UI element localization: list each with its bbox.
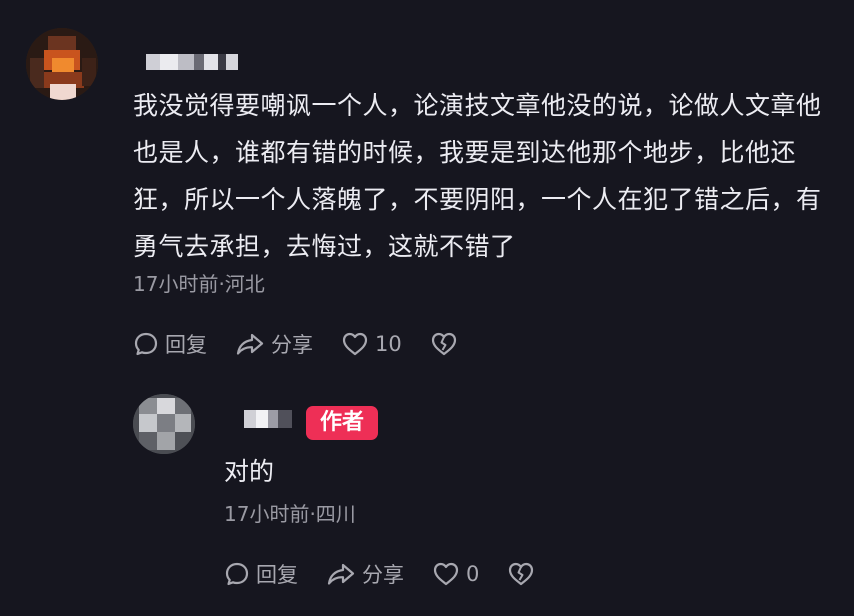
comment-bubble-icon [133,331,159,357]
reply-share-button[interactable]: 分享 [326,559,404,589]
reply-actions: 回复 分享 0 [224,559,563,589]
dislike-button[interactable] [430,331,458,357]
broken-heart-icon [507,561,535,587]
like-button[interactable]: 10 [341,331,402,357]
comment-meta: 17小时前·河北 [133,272,265,296]
reply-like-button[interactable]: 0 [432,561,479,587]
username-blurred[interactable] [146,54,238,70]
reply-label: 回复 [256,563,298,587]
comment-bubble-icon [224,561,250,587]
comment-actions: 回复 分享 10 [133,329,486,359]
broken-heart-icon [430,331,458,357]
reply-text: 对的 [224,457,275,486]
author-badge: 作者 [306,406,378,440]
reply-reply-button[interactable]: 回复 [224,559,298,589]
comment-thread: 我没觉得要嘲讽一个人，论演技文章他没的说，论做人文章他也是人，谁都有错的时候，我… [0,0,854,616]
like-count: 10 [375,332,402,356]
reply-dislike-button[interactable] [507,561,535,587]
comment-text: 我没觉得要嘲讽一个人，论演技文章他没的说，论做人文章他也是人，谁都有错的时候，我… [133,91,822,261]
share-label: 分享 [271,333,313,357]
reply-username-blurred[interactable] [244,410,292,428]
share-arrow-icon [326,561,356,587]
reply-user-avatar[interactable] [133,394,195,454]
share-button[interactable]: 分享 [235,329,313,359]
reply-meta: 17小时前·四川 [224,502,356,526]
share-arrow-icon [235,331,265,357]
reply-button[interactable]: 回复 [133,329,207,359]
share-label: 分享 [362,563,404,587]
heart-icon [432,561,460,587]
heart-icon [341,331,369,357]
user-avatar[interactable] [26,28,98,100]
like-count: 0 [466,562,480,586]
reply-label: 回复 [165,333,207,357]
